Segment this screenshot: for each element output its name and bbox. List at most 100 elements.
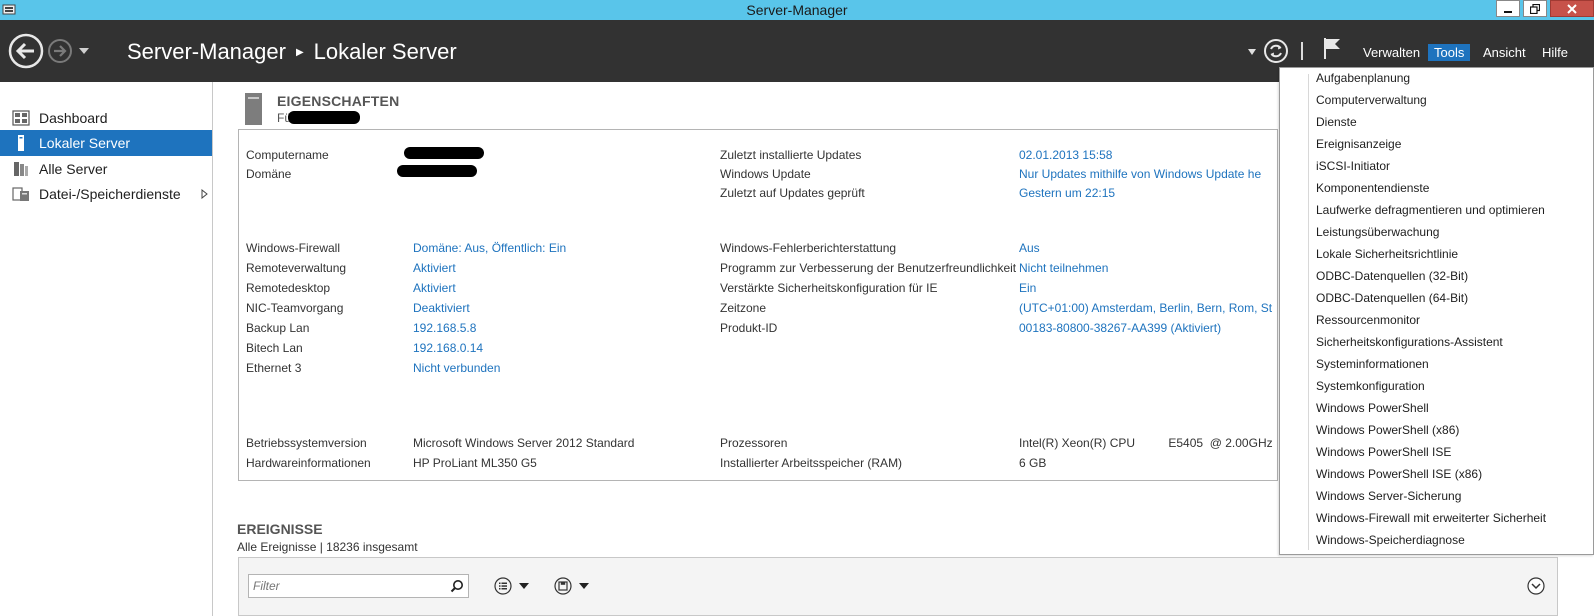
events-filter-input[interactable] xyxy=(249,575,439,597)
prop-value-backup-lan[interactable]: 192.168.5.8 xyxy=(413,321,476,335)
chevron-down-icon xyxy=(519,583,529,589)
prop-label-backup-lan: Backup Lan xyxy=(246,321,310,335)
sidebar: Dashboard Lokaler Server Alle Server Dat… xyxy=(0,82,213,616)
prop-label-zuletzt-geprueft: Zuletzt auf Updates geprüft xyxy=(720,186,865,200)
dashboard-icon xyxy=(12,110,30,126)
tools-item-windows-server-sicherung[interactable]: Windows Server-Sicherung xyxy=(1316,486,1461,506)
sidebar-item-dashboard[interactable]: Dashboard xyxy=(0,105,212,131)
prop-value-windows-update[interactable]: Nur Updates mithilfe von Windows Update … xyxy=(1019,167,1261,181)
sidebar-item-label: Alle Server xyxy=(39,161,108,177)
prop-label-fehlerberichterstattung: Windows-Fehlerberichterstattung xyxy=(720,241,897,255)
tools-item-windows-firewall-erweitert[interactable]: Windows-Firewall mit erweiterter Sicherh… xyxy=(1316,508,1546,528)
prop-label-zuletzt-installierte-updates: Zuletzt installierte Updates xyxy=(720,148,862,162)
prop-value-windows-firewall[interactable]: Domäne: Aus, Öffentlich: Ein xyxy=(413,241,566,255)
prop-label-bitech-lan: Bitech Lan xyxy=(246,341,303,355)
menu-hilfe[interactable]: Hilfe xyxy=(1536,44,1574,61)
prop-value-hardwareinformationen: HP ProLiant ML350 G5 xyxy=(413,456,537,470)
prop-value-ethernet-3[interactable]: Nicht verbunden xyxy=(413,361,500,375)
tools-item-systemkonfiguration[interactable]: Systemkonfiguration xyxy=(1316,376,1425,396)
tools-item-lokale-sicherheitsrichtlinie[interactable]: Lokale Sicherheitsrichtlinie xyxy=(1316,244,1458,264)
server-manager-window: Server-Manager Server-Manager ▶ Lokaler … xyxy=(0,0,1594,616)
tools-item-windows-powershell-ise[interactable]: Windows PowerShell ISE xyxy=(1316,442,1451,462)
notifications-flag-icon[interactable] xyxy=(1322,36,1342,60)
prop-label-remotedesktop: Remotedesktop xyxy=(246,281,331,295)
tools-item-laufwerke-defragmentieren[interactable]: Laufwerke defragmentieren und optimieren xyxy=(1316,200,1545,220)
prop-value-zeitzone[interactable]: (UTC+01:00) Amsterdam, Berlin, Bern, Rom… xyxy=(1019,301,1272,315)
tools-item-aufgabenplanung[interactable]: Aufgabenplanung xyxy=(1316,68,1410,88)
properties-section-icon xyxy=(245,93,262,125)
tools-item-computerverwaltung[interactable]: Computerverwaltung xyxy=(1316,90,1427,110)
prop-value-fehlerberichterstattung[interactable]: Aus xyxy=(1019,241,1040,255)
prop-label-windows-firewall: Windows-Firewall xyxy=(246,241,341,255)
tools-dropdown-menu: Aufgabenplanung Computerverwaltung Diens… xyxy=(1279,67,1594,555)
close-icon xyxy=(1567,3,1577,14)
menu-ansicht[interactable]: Ansicht xyxy=(1477,44,1532,61)
breadcrumb: Server-Manager ▶ Lokaler Server xyxy=(127,39,457,65)
tools-item-odbc-64[interactable]: ODBC-Datenquellen (64-Bit) xyxy=(1316,288,1468,308)
breadcrumb-separator-icon: ▶ xyxy=(295,46,304,58)
prop-value-prozessoren: Intel(R) Xeon(R) CPU E5405 @ 2.00GHz xyxy=(1019,436,1273,450)
events-save-button[interactable] xyxy=(554,576,594,596)
properties-title: EIGENSCHAFTEN xyxy=(277,93,400,109)
sidebar-item-label: Datei-/Speicherdienste xyxy=(39,186,181,202)
close-window-button[interactable] xyxy=(1550,0,1594,17)
prop-label-produkt-id: Produkt-ID xyxy=(720,321,778,335)
tools-item-ressourcenmonitor[interactable]: Ressourcenmonitor xyxy=(1316,310,1420,330)
all-servers-icon xyxy=(14,162,28,176)
tools-item-systeminformationen[interactable]: Systeminformationen xyxy=(1316,354,1429,374)
tools-item-dienste[interactable]: Dienste xyxy=(1316,112,1357,132)
tools-item-leistungsueberwachung[interactable]: Leistungsüberwachung xyxy=(1316,222,1439,242)
tools-item-windows-powershell-x86[interactable]: Windows PowerShell (x86) xyxy=(1316,420,1459,440)
prop-value-bitech-lan[interactable]: 192.168.0.14 xyxy=(413,341,483,355)
prop-label-domaene: Domäne xyxy=(246,167,292,181)
sidebar-item-alle-server[interactable]: Alle Server xyxy=(0,156,212,182)
prop-value-produkt-id[interactable]: 00183-80800-38267-AA399 (Aktiviert) xyxy=(1019,321,1221,335)
sidebar-item-datei-speicherdienste[interactable]: Datei-/Speicherdienste xyxy=(0,181,212,207)
prop-value-remoteverwaltung[interactable]: Aktiviert xyxy=(413,261,456,275)
breadcrumb-root[interactable]: Server-Manager xyxy=(127,39,286,65)
prop-value-zuletzt-installierte-updates[interactable]: 02.01.2013 15:58 xyxy=(1019,148,1112,162)
refresh-dropdown-icon[interactable] xyxy=(1247,48,1257,56)
menu-tools[interactable]: Tools xyxy=(1428,44,1471,61)
title-bar: Server-Manager xyxy=(0,0,1594,20)
forward-arrow-icon[interactable] xyxy=(47,38,73,64)
tools-item-windows-powershell-ise-x86[interactable]: Windows PowerShell ISE (x86) xyxy=(1316,464,1482,484)
save-icon xyxy=(554,577,572,595)
prop-label-ethernet-3: Ethernet 3 xyxy=(246,361,302,375)
prop-value-remotedesktop[interactable]: Aktiviert xyxy=(413,281,456,295)
prop-value-ie-esc[interactable]: Ein xyxy=(1019,281,1036,295)
events-list-options-button[interactable] xyxy=(494,576,534,596)
sidebar-item-lokaler-server[interactable]: Lokaler Server xyxy=(0,130,212,156)
tools-item-ereignisanzeige[interactable]: Ereignisanzeige xyxy=(1316,134,1401,154)
search-icon[interactable] xyxy=(450,579,464,593)
back-arrow-icon[interactable] xyxy=(8,33,44,69)
header-divider xyxy=(1301,42,1303,60)
history-dropdown-icon[interactable] xyxy=(78,46,90,56)
window-title: Server-Manager xyxy=(746,2,848,18)
prop-label-nic-teamvorgang: NIC-Teamvorgang xyxy=(246,301,344,315)
prop-label-windows-update: Windows Update xyxy=(720,167,811,181)
restore-icon xyxy=(1530,3,1540,14)
tools-item-odbc-32[interactable]: ODBC-Datenquellen (32-Bit) xyxy=(1316,266,1468,286)
expand-chevron-icon[interactable] xyxy=(201,189,208,199)
events-filter-field[interactable] xyxy=(248,574,469,598)
tools-item-sicherheitskonfigurations-assistent[interactable]: Sicherheitskonfigurations-Assistent xyxy=(1316,332,1503,352)
prop-label-prozessoren: Prozessoren xyxy=(720,436,788,450)
sidebar-item-label: Lokaler Server xyxy=(39,135,131,151)
redacted-computername-value xyxy=(404,147,484,159)
tools-item-komponentendienste[interactable]: Komponentendienste xyxy=(1316,178,1429,198)
tools-item-windows-speicherdiagnose[interactable]: Windows-Speicherdiagnose xyxy=(1316,530,1465,550)
collapse-expand-icon[interactable] xyxy=(1527,577,1545,595)
tools-item-iscsi-initiator[interactable]: iSCSI-Initiator xyxy=(1316,156,1390,176)
refresh-icon[interactable] xyxy=(1263,38,1289,64)
prop-label-zeitzone: Zeitzone xyxy=(720,301,767,315)
prop-value-zuletzt-geprueft[interactable]: Gestern um 22:15 xyxy=(1019,186,1115,200)
restore-button[interactable] xyxy=(1523,0,1547,17)
menu-verwalten[interactable]: Verwalten xyxy=(1357,44,1426,61)
tools-item-windows-powershell[interactable]: Windows PowerShell xyxy=(1316,398,1429,418)
minimize-button[interactable] xyxy=(1496,0,1520,17)
prop-value-betriebssystemversion: Microsoft Windows Server 2012 Standard xyxy=(413,436,635,450)
sidebar-item-label: Dashboard xyxy=(39,110,108,126)
prop-value-nic-teamvorgang[interactable]: Deaktiviert xyxy=(413,301,470,315)
prop-value-ceip[interactable]: Nicht teilnehmen xyxy=(1019,261,1108,275)
